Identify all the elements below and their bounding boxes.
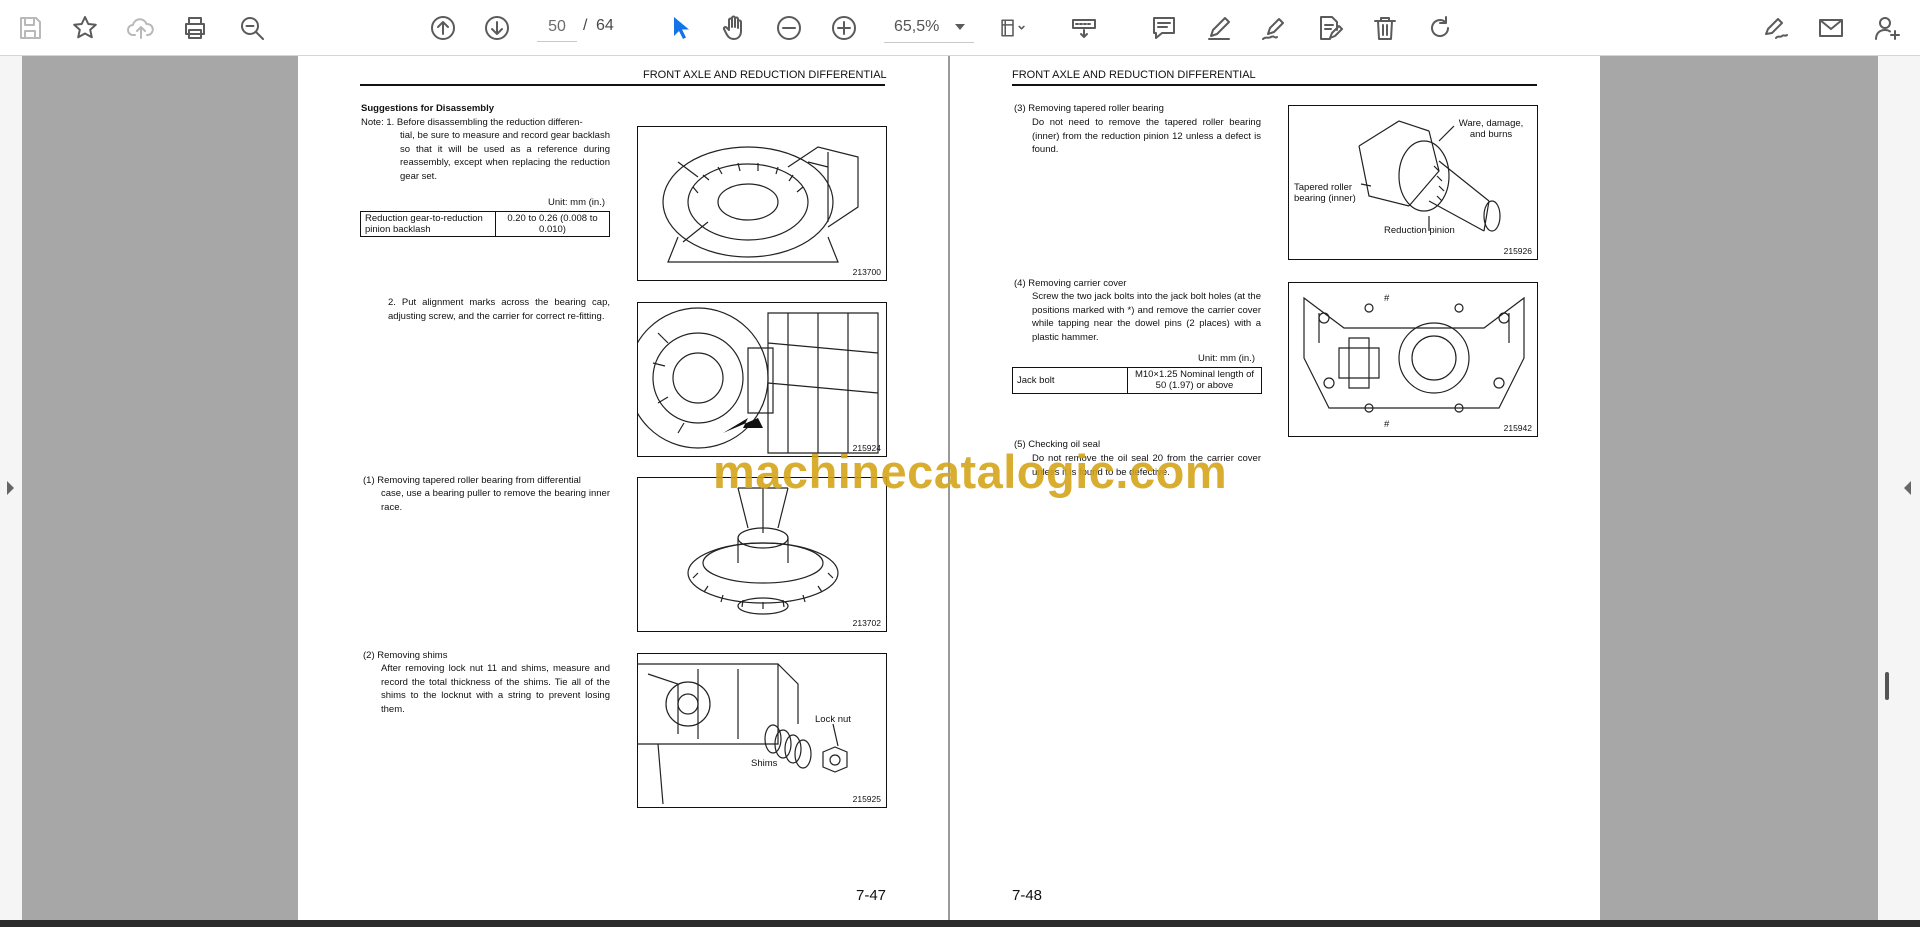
chevron-left-icon[interactable] xyxy=(1904,481,1911,495)
page-number: 7-47 xyxy=(856,887,887,904)
comment-icon[interactable] xyxy=(1144,8,1184,48)
sign-icon[interactable] xyxy=(1254,8,1294,48)
zoom-search-icon[interactable] xyxy=(232,8,272,48)
hand-icon[interactable] xyxy=(714,8,754,48)
chevron-down-icon[interactable] xyxy=(955,24,965,30)
figure-id: 213702 xyxy=(852,618,881,628)
note-2: 2. Put alignment marks across the bearin… xyxy=(388,297,610,322)
figure-carrier-cover: # # 215942 xyxy=(1288,282,1538,437)
email-icon[interactable] xyxy=(1811,8,1851,48)
jack-bolt-table: Jack bolt M10×1.25 Nominal length of 50 … xyxy=(1012,367,1262,394)
pinion-label: Reduction pinion xyxy=(1384,225,1455,236)
rotate-icon[interactable] xyxy=(1420,8,1460,48)
pen-icon[interactable] xyxy=(1199,8,1239,48)
item-4-body: Screw the two jack bolts into the jack b… xyxy=(1032,291,1261,343)
share-user-icon[interactable] xyxy=(1868,8,1908,48)
vertical-scrollbar[interactable] xyxy=(1885,672,1889,700)
page-number: 7-48 xyxy=(1012,887,1043,904)
item-1-body: case, use a bearing puller to remove the… xyxy=(381,488,610,513)
item-2-body: After removing lock nut 11 and shims, me… xyxy=(381,663,610,715)
page-separator: / xyxy=(583,17,588,34)
zoom-in-icon[interactable] xyxy=(824,8,864,48)
page-header: FRONT AXLE AND REDUCTION DIFFERENTIAL xyxy=(643,69,887,81)
delete-icon[interactable] xyxy=(1365,8,1405,48)
figure-id: 213700 xyxy=(852,267,881,277)
table-label: Reduction gear-to-reduction pinion backl… xyxy=(360,211,496,237)
cloud-upload-icon[interactable] xyxy=(121,8,161,48)
note-1: Note: 1. Before disassembling the reduct… xyxy=(361,117,583,128)
page-total: 64 xyxy=(596,17,614,34)
figure-differential: 213700 xyxy=(637,126,887,281)
backlash-table: Reduction gear-to-reduction pinion backl… xyxy=(360,211,610,237)
jack-bolt-mark-top: # xyxy=(1384,293,1390,304)
jack-bolt-mark-bottom: # xyxy=(1384,419,1390,430)
figure-id: 215925 xyxy=(852,794,881,804)
item-3-title: (3) Removing tapered roller bearing xyxy=(1014,103,1164,114)
note-1-body: tial, be sure to measure and record gear… xyxy=(400,130,610,182)
figure-id: 215926 xyxy=(1503,246,1532,256)
select-cursor-icon[interactable] xyxy=(660,8,700,48)
locknut-label: Lock nut xyxy=(815,714,851,725)
page-header: FRONT AXLE AND REDUCTION DIFFERENTIAL xyxy=(1012,69,1256,81)
right-panel-toggle[interactable] xyxy=(1878,56,1920,920)
figure-alignment-marks: 215924 xyxy=(637,302,887,457)
bearing-label: Tapered roller bearing (inner) xyxy=(1294,182,1356,204)
edit-pdf-icon[interactable] xyxy=(1309,8,1349,48)
zoom-out-icon[interactable] xyxy=(769,8,809,48)
page-number-input[interactable] xyxy=(537,12,577,42)
print-icon[interactable] xyxy=(175,8,215,48)
item-1-title: (1) Removing tapered roller bearing from… xyxy=(363,475,581,486)
status-bar xyxy=(0,920,1920,927)
table-value: M10×1.25 Nominal length of 50 (1.97) or … xyxy=(1127,367,1262,394)
header-rule xyxy=(1012,84,1537,86)
watermark-text: machinecatalogic.com xyxy=(713,445,1228,498)
fit-page-icon[interactable] xyxy=(993,8,1033,48)
figure-bearing-puller: 213702 xyxy=(637,477,887,632)
toolbar: / 64 65,5% xyxy=(0,0,1920,56)
keyboard-icon[interactable] xyxy=(1064,8,1104,48)
unit-label: Unit: mm (in.) xyxy=(1198,353,1255,364)
arrow-down-circle-icon[interactable] xyxy=(477,8,517,48)
section-title: Suggestions for Disassembly xyxy=(361,103,495,114)
arrow-up-circle-icon[interactable] xyxy=(423,8,463,48)
figure-reduction-pinion: Ware, damage, and burns Tapered roller b… xyxy=(1288,105,1538,260)
unit-label: Unit: mm (in.) xyxy=(548,197,605,208)
table-value: 0.20 to 0.26 (0.008 to 0.010) xyxy=(495,211,610,237)
table-label: Jack bolt xyxy=(1012,367,1128,394)
wear-label: Ware, damage, and burns xyxy=(1458,118,1524,140)
shims-label: Shims xyxy=(751,758,778,769)
bookmark-star-icon[interactable] xyxy=(65,8,105,48)
chevron-right-icon[interactable] xyxy=(7,481,14,495)
item-3-body: Do not need to remove the tapered roller… xyxy=(1032,117,1261,155)
item-4-title: (4) Removing carrier cover xyxy=(1014,278,1127,289)
fill-sign-icon[interactable] xyxy=(1756,8,1796,48)
figure-removing-shims: Lock nut Shims 215925 xyxy=(637,653,887,808)
item-2-title: (2) Removing shims xyxy=(363,650,448,661)
figure-id: 215942 xyxy=(1503,423,1532,433)
save-icon[interactable] xyxy=(10,8,50,48)
header-rule xyxy=(360,84,885,86)
